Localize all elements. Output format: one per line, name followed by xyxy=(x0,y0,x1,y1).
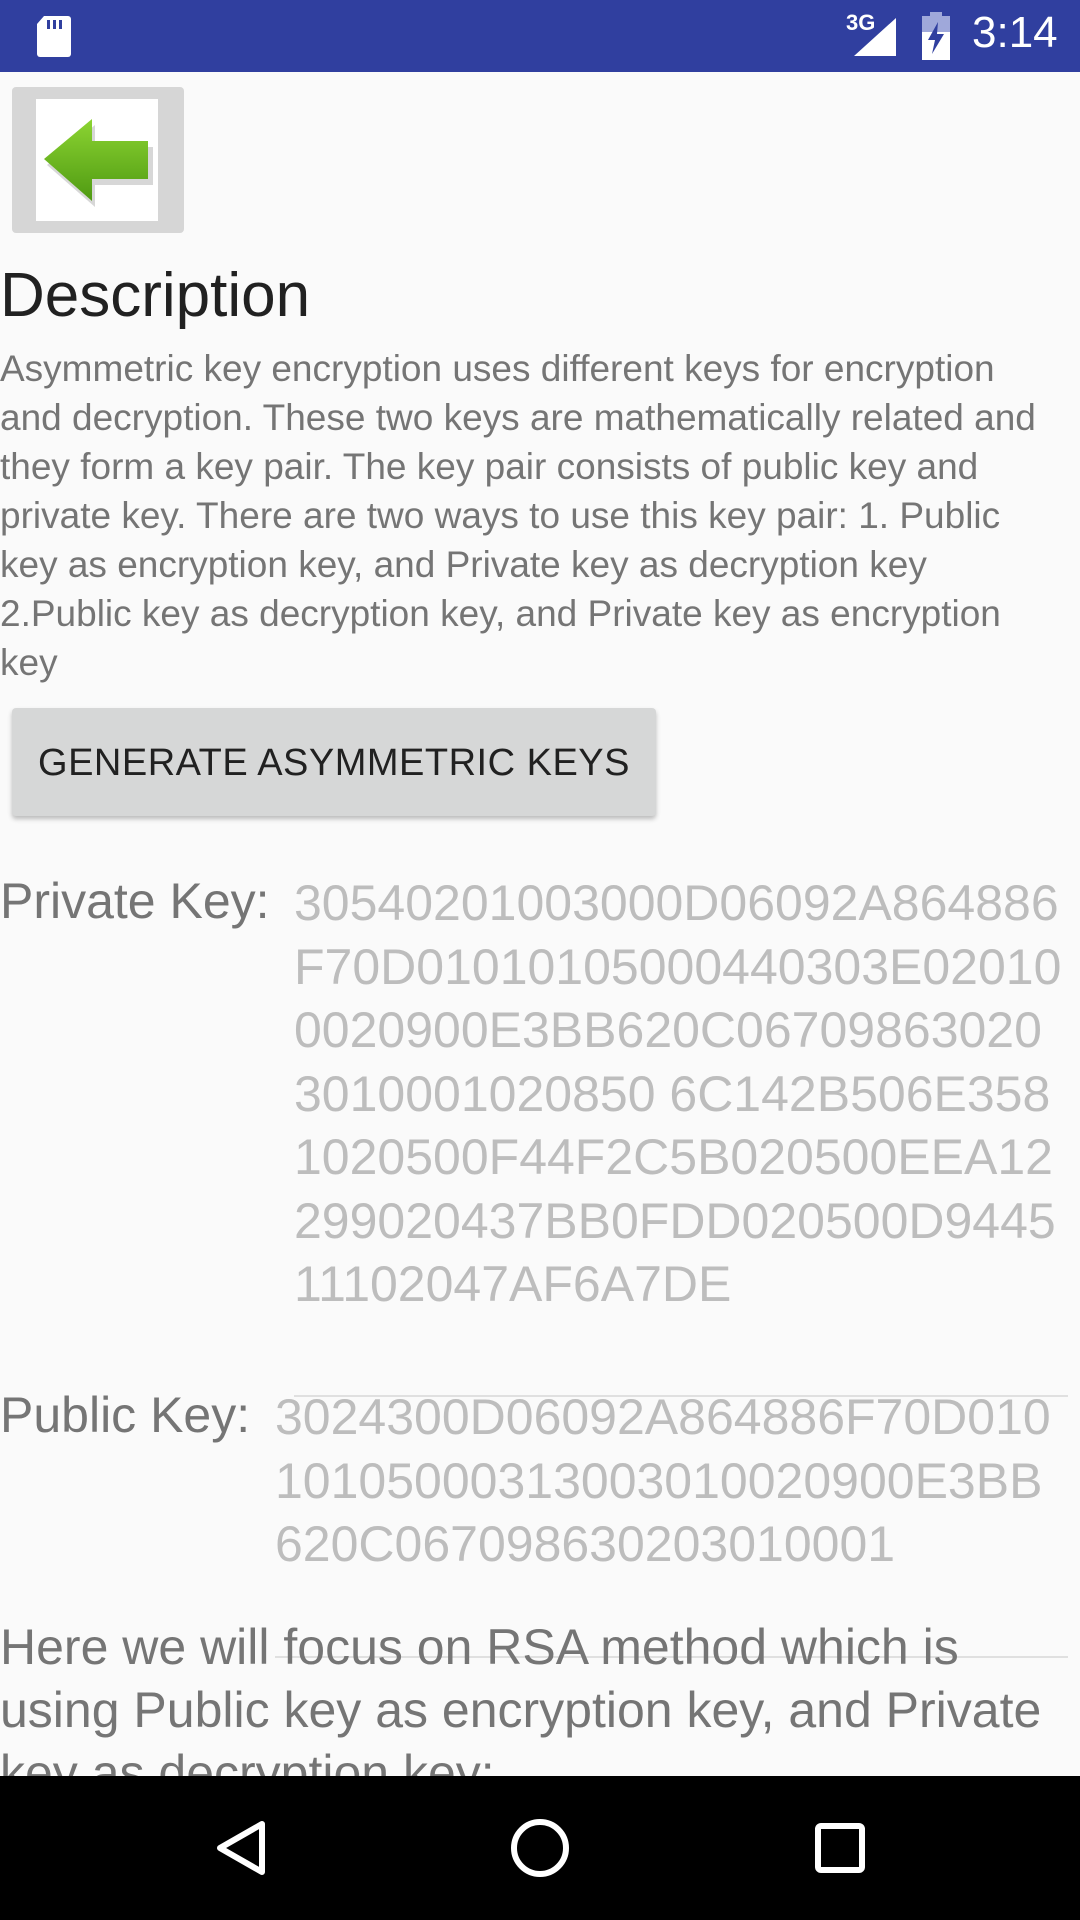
back-button[interactable] xyxy=(12,87,184,233)
sd-card-icon xyxy=(36,14,72,63)
public-key-label: Public Key: xyxy=(0,1387,251,1443)
nav-home-button[interactable] xyxy=(460,1776,620,1920)
nav-back-button[interactable] xyxy=(162,1776,322,1920)
generate-asymmetric-keys-button[interactable]: GENERATE ASYMMETRIC KEYS xyxy=(12,708,656,816)
private-key-label: Private Key: xyxy=(0,873,270,929)
description-heading: Description xyxy=(0,261,311,330)
main-content[interactable]: Description Asymmetric key encryption us… xyxy=(0,72,1080,1776)
navigation-bar xyxy=(0,1776,1080,1920)
status-bar: 3G 3:14 xyxy=(0,0,1080,72)
private-key-field[interactable]: 30540201003000D06092A864886F70D010101050… xyxy=(294,872,1068,1397)
nav-recents-button[interactable] xyxy=(760,1776,920,1920)
clock: 3:14 xyxy=(972,8,1058,57)
rsa-description-text: Here we will focus on RSA method which i… xyxy=(0,1619,1042,1776)
signal-icon xyxy=(846,14,900,63)
back-button-image xyxy=(36,99,158,221)
battery-charging-icon xyxy=(920,12,952,65)
description-text: Asymmetric key encryption uses different… xyxy=(0,348,1036,683)
